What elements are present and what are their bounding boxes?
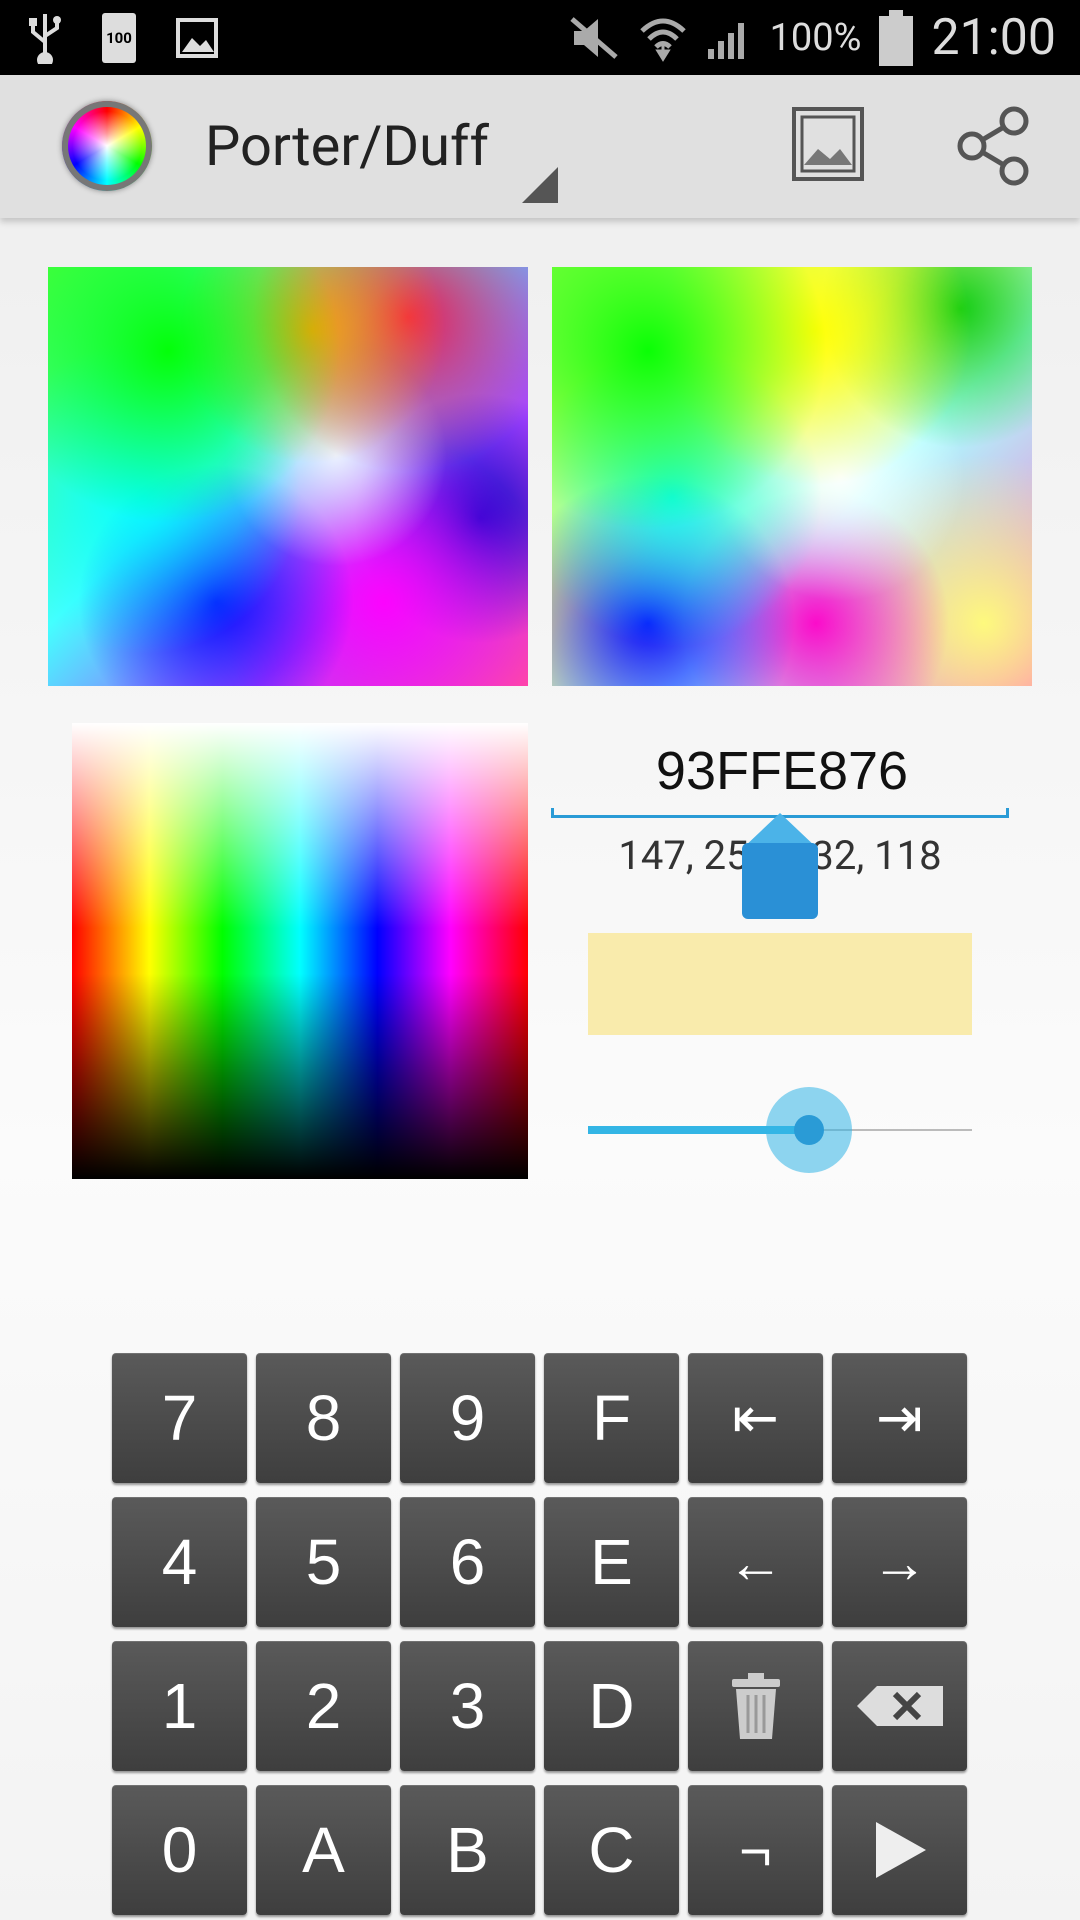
key-f[interactable]: F (544, 1353, 679, 1483)
key-label: A (302, 1814, 345, 1886)
mute-icon (569, 16, 618, 59)
color-wheel-icon[interactable] (62, 101, 152, 191)
key-label: 6 (449, 1526, 486, 1598)
source-image[interactable] (48, 267, 528, 686)
key-label: 4 (161, 1526, 198, 1598)
hex-keypad: 7 8 9 F ⇤ ⇥ 4 5 6 E ← → 1 2 3 D 0 A B C ¬ (112, 1353, 967, 1915)
key-label: C (588, 1814, 635, 1886)
key-label: ¬ (739, 1818, 772, 1882)
battery-badge-label: 100 (106, 29, 132, 47)
trash-icon (730, 1671, 782, 1741)
signal-icon (707, 22, 744, 59)
key-d[interactable]: D (544, 1641, 679, 1771)
key-9[interactable]: 9 (400, 1353, 535, 1483)
not-key[interactable]: ¬ (688, 1785, 823, 1915)
key-7[interactable]: 7 (112, 1353, 247, 1483)
battery-icon (879, 9, 914, 66)
key-6[interactable]: 6 (400, 1497, 535, 1627)
share-icon[interactable] (952, 103, 1038, 189)
key-e[interactable]: E (544, 1497, 679, 1627)
status-bar: 100 100% 21:00 (0, 0, 1080, 75)
key-label: F (591, 1382, 632, 1454)
key-label: 5 (305, 1526, 342, 1598)
key-label: 3 (449, 1670, 486, 1742)
key-label: → (871, 1530, 928, 1594)
hex-color-input[interactable] (552, 730, 1012, 812)
mode-spinner-label: Porter/Duff (205, 113, 489, 179)
key-label: ⇥ (876, 1386, 923, 1449)
key-5[interactable]: 5 (256, 1497, 391, 1627)
key-label: 8 (305, 1382, 342, 1454)
key-label: B (446, 1814, 489, 1886)
color-preview-swatch (588, 933, 972, 1035)
image-icon (176, 18, 218, 58)
key-label: 1 (161, 1670, 198, 1742)
backspace-icon (855, 1684, 945, 1728)
key-label: E (590, 1526, 633, 1598)
key-8[interactable]: 8 (256, 1353, 391, 1483)
cursor-left-key[interactable]: ← (688, 1497, 823, 1627)
key-c[interactable]: C (544, 1785, 679, 1915)
result-image[interactable] (552, 267, 1032, 686)
hue-saturation-field[interactable] (72, 723, 528, 1179)
key-label: 2 (305, 1670, 342, 1742)
jump-end-key[interactable]: ⇥ (832, 1353, 967, 1483)
play-icon (872, 1820, 928, 1880)
battery-percent: 100% (769, 15, 862, 60)
spinner-caret-icon (522, 167, 558, 203)
usb-icon (29, 14, 61, 64)
play-key[interactable] (832, 1785, 967, 1915)
key-4[interactable]: 4 (112, 1497, 247, 1627)
key-label: 0 (161, 1814, 198, 1886)
jump-start-key[interactable]: ⇤ (688, 1353, 823, 1483)
clock: 21:00 (931, 8, 1056, 67)
trash-key[interactable] (688, 1641, 823, 1771)
key-label: 7 (161, 1382, 198, 1454)
action-bar: Porter/Duff (0, 75, 1080, 218)
cursor-right-key[interactable]: → (832, 1497, 967, 1627)
battery-badge-icon: 100 (102, 13, 136, 63)
wifi-icon (639, 18, 686, 62)
key-3[interactable]: 3 (400, 1641, 535, 1771)
backspace-key[interactable] (832, 1641, 967, 1771)
key-a[interactable]: A (256, 1785, 391, 1915)
key-b[interactable]: B (400, 1785, 535, 1915)
key-1[interactable]: 1 (112, 1641, 247, 1771)
image-icon[interactable] (792, 103, 878, 189)
key-label: D (588, 1670, 635, 1742)
slider-thumb[interactable] (793, 1115, 824, 1145)
key-0[interactable]: 0 (112, 1785, 247, 1915)
key-2[interactable]: 2 (256, 1641, 391, 1771)
key-label: 9 (449, 1382, 486, 1454)
text-cursor-handle[interactable] (742, 813, 818, 921)
key-label: ← (727, 1530, 784, 1594)
key-label: ⇤ (732, 1386, 779, 1449)
